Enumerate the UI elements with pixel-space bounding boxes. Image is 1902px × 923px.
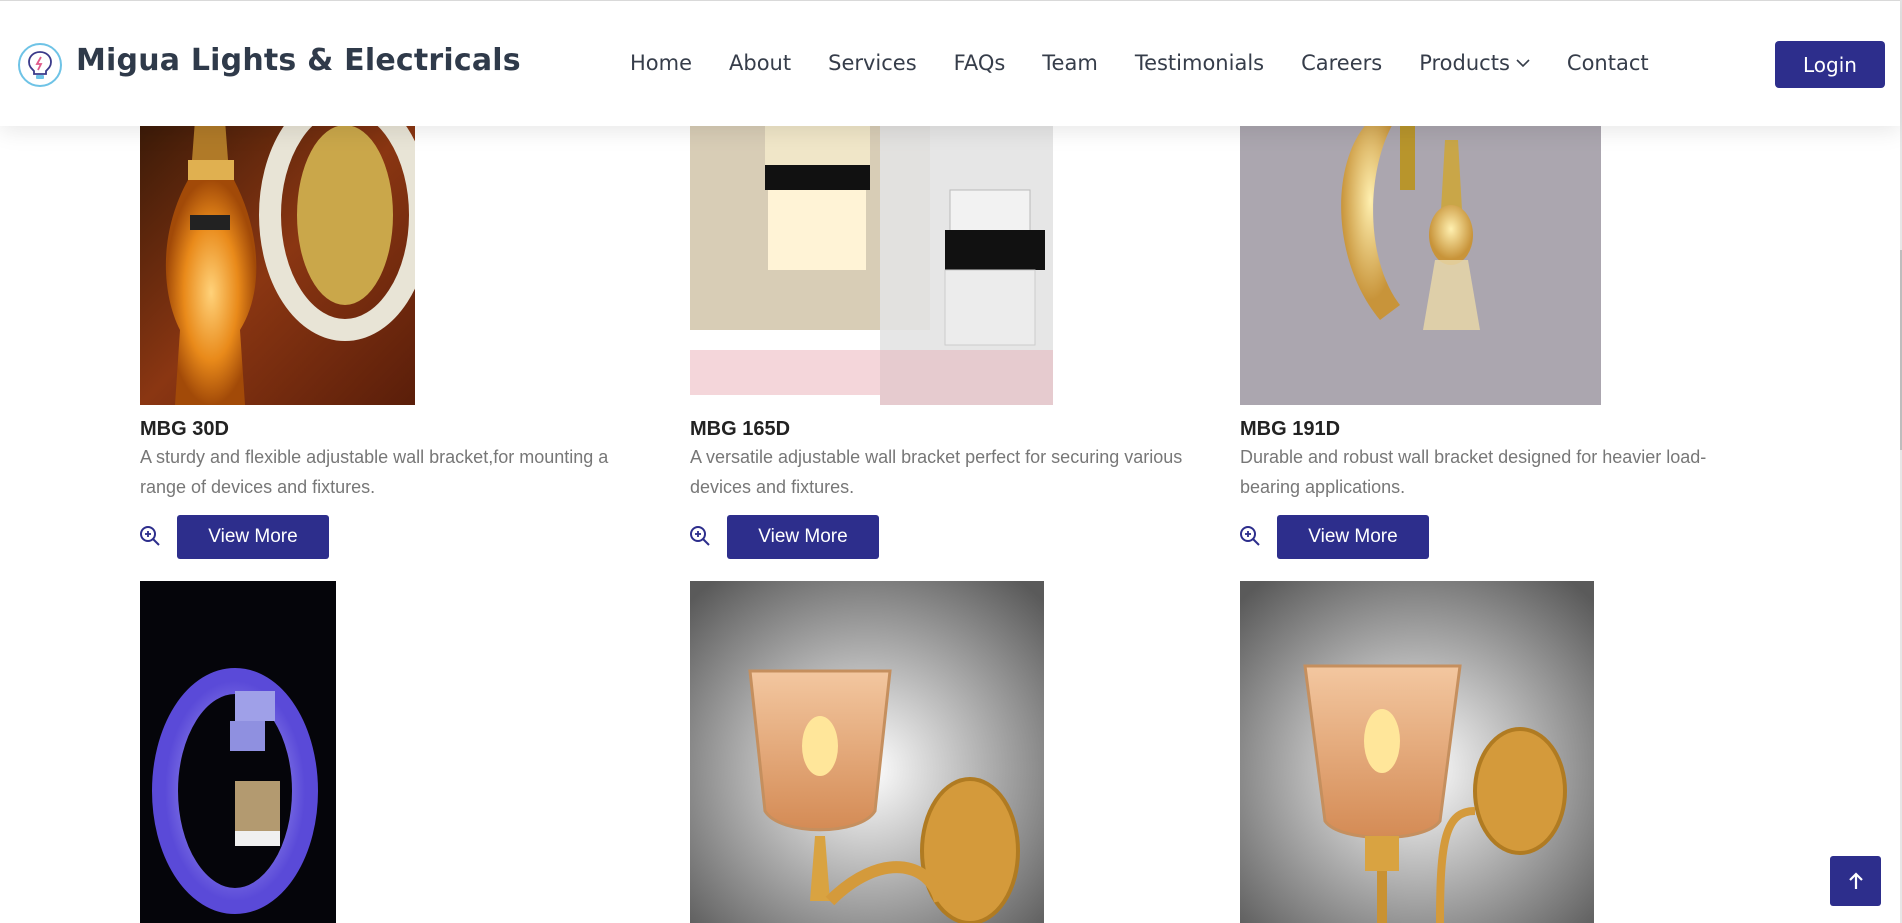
nav-products-label: Products	[1419, 51, 1510, 75]
nav-products[interactable]: Products	[1419, 51, 1530, 75]
product-description-line: bearing applications.	[1240, 477, 1406, 497]
zoom-icon[interactable]	[1239, 525, 1261, 551]
brand[interactable]: Migua Lights & Electricals	[18, 43, 521, 87]
zoom-icon[interactable]	[139, 525, 161, 551]
product-image-ring-lamp-blue[interactable]	[140, 581, 336, 923]
nav-services[interactable]: Services	[828, 51, 917, 75]
view-more-button[interactable]: View More	[1277, 515, 1429, 559]
view-more-button[interactable]: View More	[177, 515, 329, 559]
product-title: MBG 165D	[690, 418, 791, 440]
product-description-line: A sturdy and flexible adjustable wall br…	[140, 447, 609, 467]
product-description-line: devices and fixtures.	[690, 477, 855, 497]
product-description-line: A versatile adjustable wall bracket perf…	[690, 447, 1183, 467]
nav-team[interactable]: Team	[1042, 51, 1098, 75]
product-image-wall-sconce-2[interactable]	[1240, 581, 1594, 923]
arrow-up-icon	[1848, 872, 1863, 889]
view-more-button[interactable]: View More	[727, 515, 879, 559]
product-title: MBG 191D	[1240, 418, 1341, 440]
brand-name: Migua Lights & Electricals	[76, 42, 521, 78]
product-description-line: Durable and robust wall bracket designed…	[1240, 447, 1707, 467]
login-button[interactable]: Login	[1775, 41, 1885, 88]
nav-contact[interactable]: Contact	[1567, 51, 1649, 75]
nav-testimonials[interactable]: Testimonials	[1135, 51, 1264, 75]
nav-home[interactable]: Home	[630, 51, 692, 75]
product-description-line: range of devices and fixtures.	[140, 477, 376, 497]
site-header: Migua Lights & Electricals Home About Se…	[0, 0, 1900, 126]
product-image-wall-sconce-1[interactable]	[690, 581, 1044, 923]
product-image-mbg-30d[interactable]	[140, 120, 415, 405]
product-title: MBG 30D	[140, 418, 229, 440]
back-to-top-button[interactable]	[1830, 856, 1881, 906]
bulb-logo-icon	[18, 43, 62, 87]
zoom-icon[interactable]	[689, 525, 711, 551]
nav-careers[interactable]: Careers	[1301, 51, 1382, 75]
main-nav: Home About Services FAQs Team Testimonia…	[630, 51, 1649, 75]
product-image-mbg-165d[interactable]	[690, 120, 1053, 405]
nav-faqs[interactable]: FAQs	[954, 51, 1006, 75]
product-image-mbg-191d[interactable]	[1240, 120, 1601, 405]
chevron-down-icon	[1516, 58, 1530, 68]
nav-about[interactable]: About	[729, 51, 791, 75]
